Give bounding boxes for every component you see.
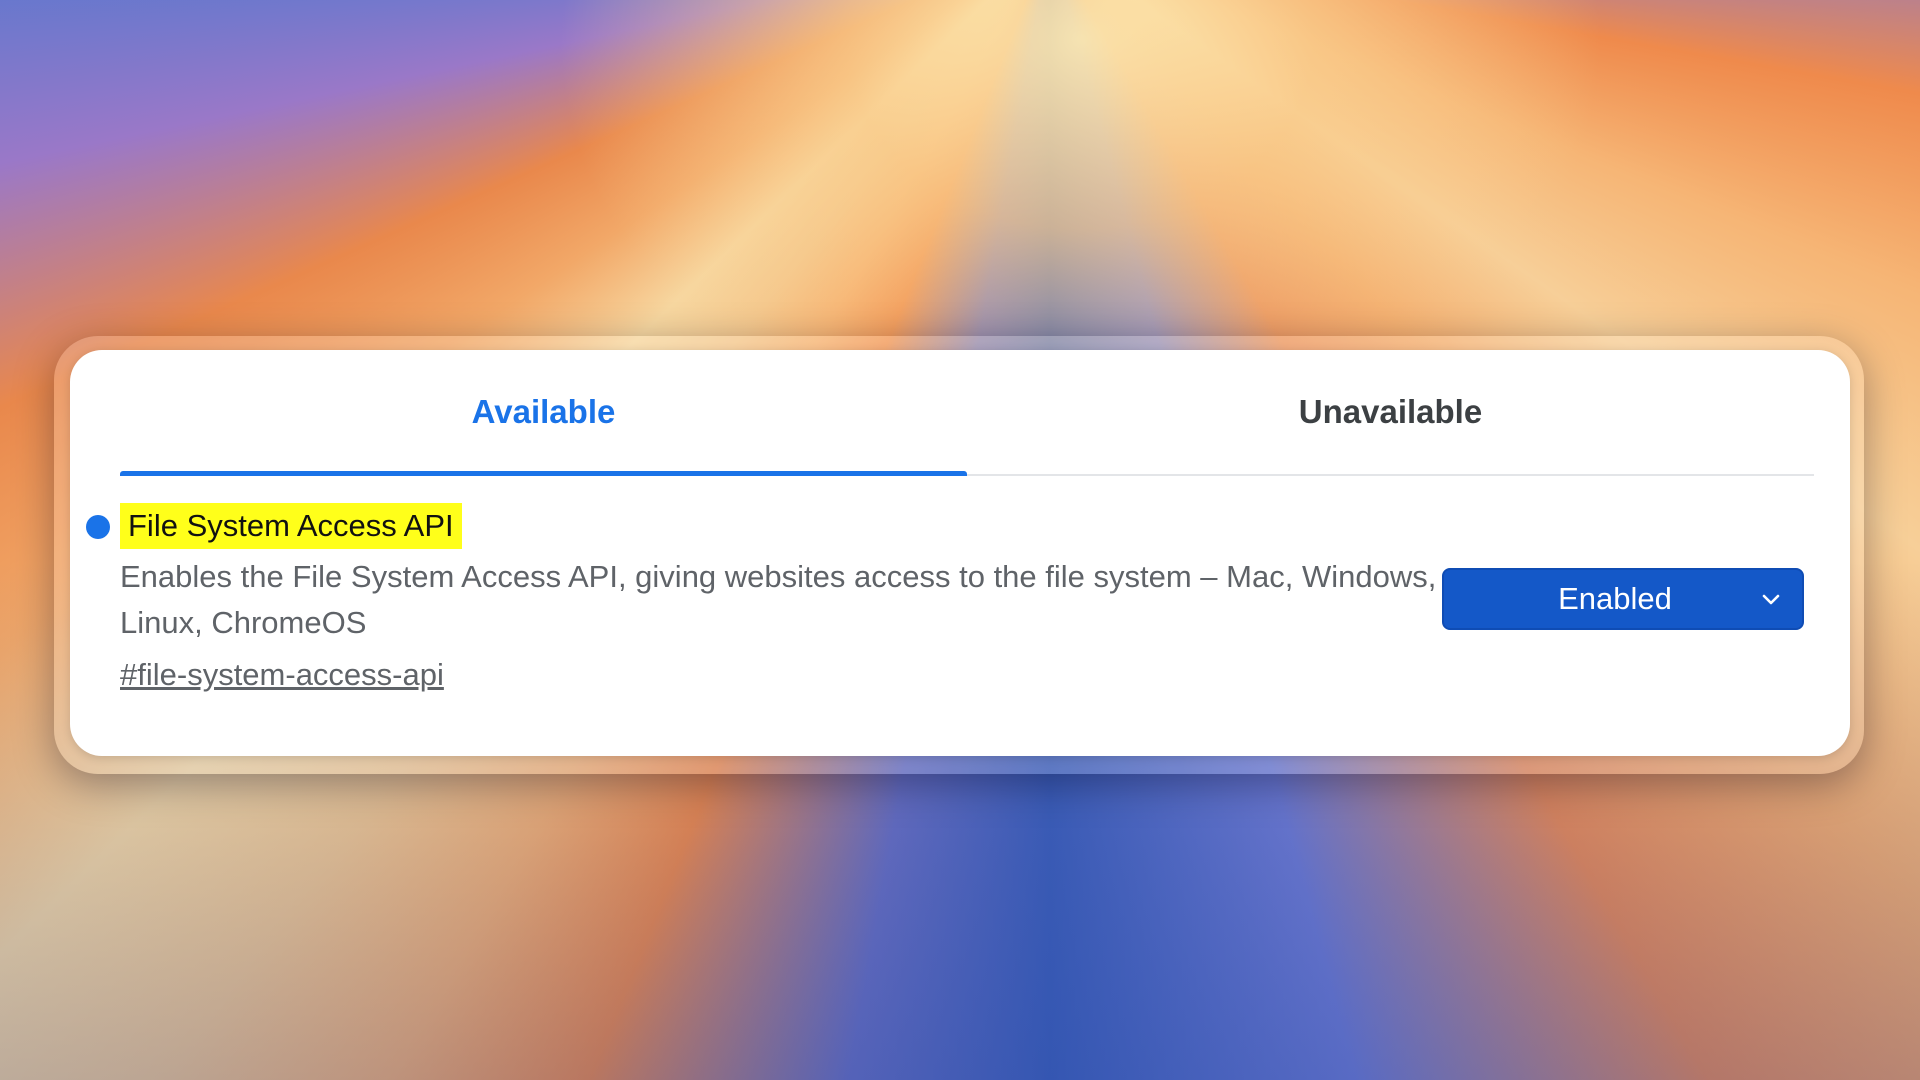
tab-unavailable-label: Unavailable [1298, 393, 1483, 430]
flag-state-select[interactable]: Enabled [1442, 568, 1804, 630]
flag-state-value: Enabled [1558, 581, 1672, 616]
flag-description: Enables the File System Access API, givi… [120, 559, 1437, 640]
tab-active-indicator [120, 471, 967, 476]
tab-unavailable[interactable]: Unavailable [967, 350, 1814, 474]
tab-bar: Available Unavailable [120, 350, 1814, 476]
tab-available[interactable]: Available [120, 350, 967, 476]
chevron-down-icon [1762, 594, 1780, 605]
flag-anchor-link[interactable]: #file-system-access-api [120, 652, 444, 698]
flags-panel: Available Unavailable File System Access… [70, 350, 1850, 756]
blue-dot-icon [86, 515, 110, 539]
flag-title: File System Access API [120, 503, 462, 549]
tab-available-label: Available [471, 393, 616, 430]
